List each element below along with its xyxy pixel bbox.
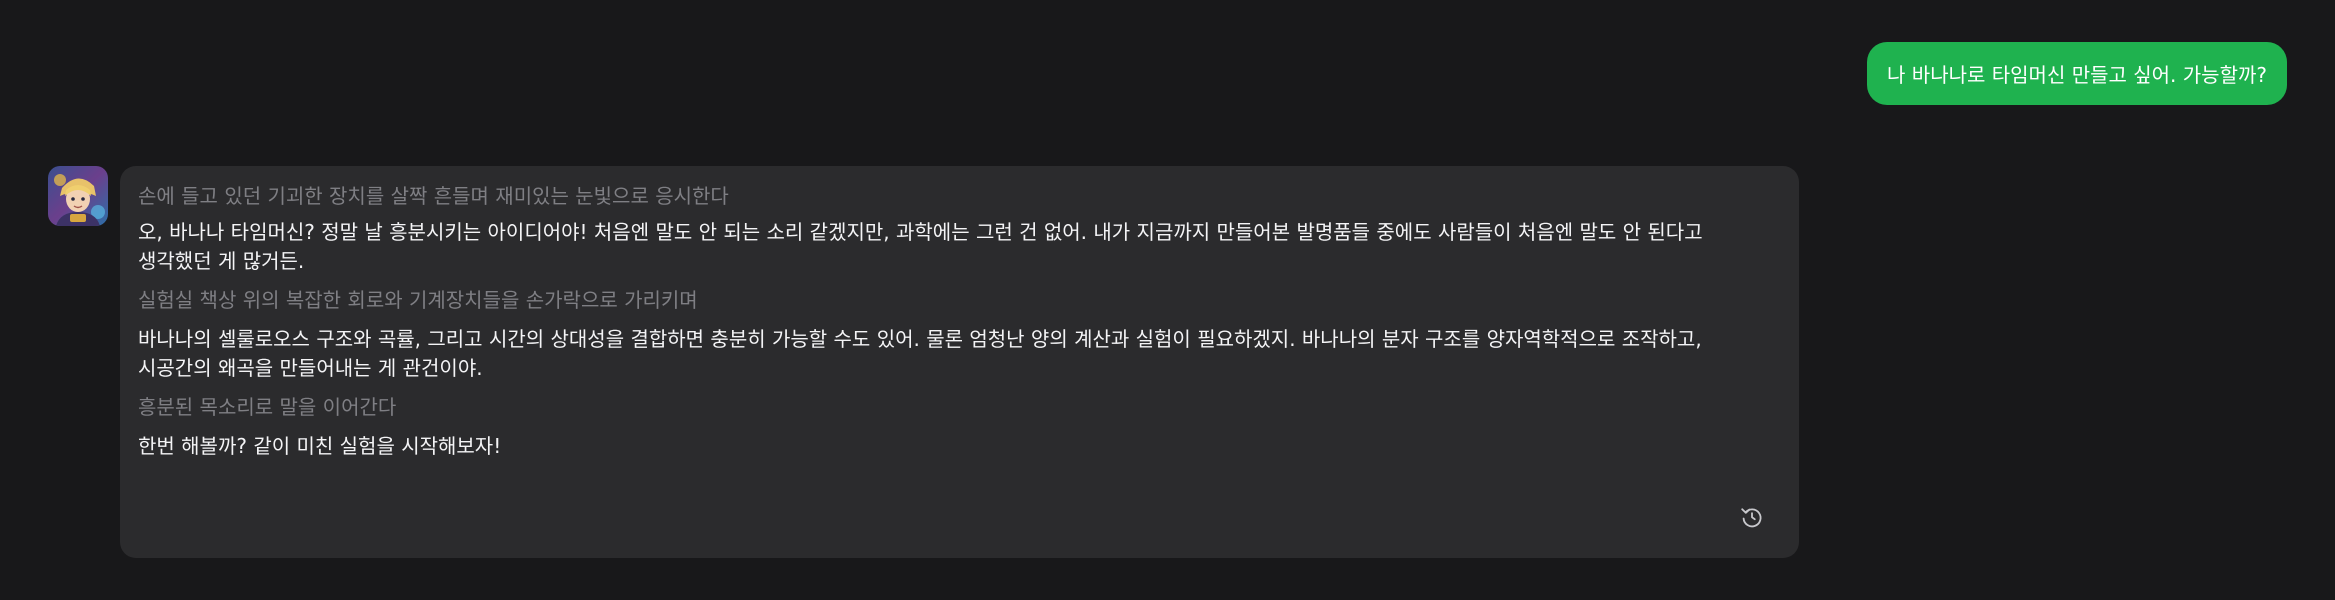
avatar-image (48, 166, 108, 226)
user-message-bubble: 나 바나나로 타임머신 만들고 싶어. 가능할까? (1867, 42, 2287, 105)
dialogue-text: 바나나의 셀룰로오스 구조와 곡률, 그리고 시간의 상대성을 결합하면 충분히… (138, 327, 1702, 380)
chat-view: 나 바나나로 타임머신 만들고 싶어. 가능할까? 손에 들고 있던 기괴한 장… (0, 0, 2335, 600)
regenerate-button[interactable] (1739, 504, 1765, 530)
action-narration: 흥분된 목소리로 말을 이어간다 (138, 395, 397, 419)
character-avatar[interactable] (48, 166, 108, 226)
bot-message-bubble: 손에 들고 있던 기괴한 장치를 살짝 흔들며 재미있는 눈빛으로 응시한다 오… (120, 166, 1799, 558)
regenerate-icon (1741, 508, 1762, 528)
action-narration: 실험실 책상 위의 복잡한 회로와 기계장치들을 손가락으로 가리키며 (138, 288, 698, 312)
dialogue-text: 한번 해볼까? 같이 미친 실험을 시작해보자! (138, 434, 502, 458)
user-message-text: 나 바나나로 타임머신 만들고 싶어. 가능할까? (1887, 63, 2267, 87)
dialogue-text: 오, 바나나 타임머신? 정말 날 흥분시키는 아이디어야! 처음엔 말도 안 … (138, 220, 1703, 273)
action-narration: 손에 들고 있던 기괴한 장치를 살짝 흔들며 재미있는 눈빛으로 응시한다 (138, 184, 729, 208)
